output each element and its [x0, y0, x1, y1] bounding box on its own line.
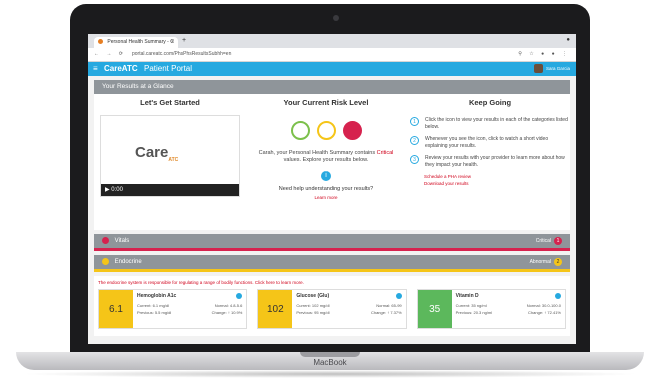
vitals-label: Vitals: [114, 238, 130, 245]
brand-logo[interactable]: CareATC: [104, 64, 138, 73]
new-tab-icon[interactable]: +: [182, 37, 186, 44]
vitals-section-header[interactable]: Vitals Critical 1: [94, 234, 570, 248]
step-item: 2 Whenever you see the icon, click to wat…: [410, 136, 570, 149]
endocrine-bar: [94, 269, 570, 272]
app-header: ≡ CareATC Patient Portal Sara Garcia: [88, 62, 576, 76]
schedule-review-link[interactable]: Schedule a PHA review: [424, 174, 570, 179]
nav-buttons-icon[interactable]: ← → ⟳: [94, 51, 126, 57]
vitals-status-icon: [102, 237, 109, 244]
endocrine-note[interactable]: The endocrine system is responsible for …: [94, 276, 570, 289]
risk-level-title: Your Current Risk Level: [283, 98, 369, 107]
get-started-card: Let's Get Started CareATC ▶ 0:00: [100, 98, 240, 228]
device-brand: MacBook: [313, 358, 347, 367]
avatar: [533, 64, 543, 73]
result-tile[interactable]: 102 Glucose (Glu) Current: 102 mg/dl Norm…: [257, 289, 407, 329]
menu-icon[interactable]: ≡: [93, 64, 98, 73]
tab-title: Personal Health Summary - C: [107, 39, 174, 45]
endocrine-label: Endocrine: [114, 259, 142, 266]
summary-cards: Let's Get Started CareATC ▶ 0:00 Your Cu…: [94, 94, 570, 230]
glance-header: Your Results at a Glance: [94, 80, 570, 94]
user-menu[interactable]: Sara Garcia: [533, 64, 570, 73]
video-time: 0:00: [111, 187, 123, 193]
vitals-bar: [94, 248, 570, 251]
vitals-status: Critical 1: [536, 237, 562, 245]
portal-title: Patient Portal: [144, 64, 193, 73]
keep-going-card: Keep Going 1 Click the icon to view your …: [410, 98, 570, 228]
result-name: Vitamin D: [455, 293, 479, 299]
browser-tab[interactable]: Personal Health Summary - C ×: [94, 37, 178, 48]
result-value: 35: [417, 290, 452, 328]
critical-label: Critical: [376, 150, 394, 156]
window-close-icon[interactable]: ●: [566, 37, 570, 43]
intro-video[interactable]: CareATC ▶ 0:00: [100, 115, 240, 197]
download-results-link[interactable]: Download your results: [424, 181, 570, 186]
camera-icon: [333, 15, 339, 21]
laptop-notch: [300, 352, 360, 357]
risk-medium-circle: [316, 121, 336, 140]
extensions-icon[interactable]: ⚲ ☆ ● ● ⋮: [518, 51, 570, 57]
result-name: Glucose (Glu): [296, 293, 330, 299]
result-tile[interactable]: 6.1 Hemoglobin A1c Current: 6.1 mg/dl Nor…: [98, 289, 248, 329]
browser-tab-bar: Personal Health Summary - C × + ●: [88, 34, 576, 48]
keep-going-title: Keep Going: [468, 98, 512, 107]
url-field[interactable]: portal.careatc.com/PhsPhsResultsSubhh=en: [132, 51, 231, 57]
laptop-shadow: [20, 370, 640, 378]
risk-indicators: [256, 121, 396, 140]
step-item: 3 Review your results with your provider …: [410, 155, 570, 168]
laptop-scene: MacBook Personal Health Summary - C × + …: [0, 0, 660, 386]
result-tiles: 6.1 Hemoglobin A1c Current: 6.1 mg/dl Nor…: [94, 289, 570, 329]
step-item: 1 Click the icon to view your results in …: [410, 117, 570, 130]
tab-close-icon[interactable]: ×: [171, 39, 174, 45]
result-tile[interactable]: 35 Vitamin D Current: 35 ng/ml Normal: 30…: [416, 289, 566, 329]
play-info-icon[interactable]: [554, 293, 561, 299]
risk-high-circle: [342, 121, 362, 140]
info-icon[interactable]: i: [321, 170, 331, 181]
video-controls[interactable]: ▶ 0:00: [101, 184, 239, 196]
get-started-title: Let's Get Started: [140, 98, 200, 107]
risk-level-card: Your Current Risk Level Carah, your Pers…: [256, 98, 396, 228]
result-name: Hemoglobin A1c: [137, 293, 177, 299]
address-bar: ← → ⟳ portal.careatc.com/PhsPhsResultsSu…: [88, 48, 576, 62]
endocrine-status: Abnormal 2: [530, 258, 562, 266]
result-value: 102: [258, 290, 293, 328]
endocrine-section-header[interactable]: Endocrine Abnormal 2: [94, 255, 570, 269]
play-info-icon[interactable]: [395, 293, 402, 299]
user-name: Sara Garcia: [545, 66, 570, 71]
risk-low-circle: [290, 121, 310, 140]
risk-message: Carah, your Personal Health Summary cont…: [258, 150, 394, 164]
favicon-icon: [98, 39, 103, 45]
result-value: 6.1: [99, 290, 133, 328]
endocrine-status-icon: [102, 258, 109, 265]
help-text: Need help understanding your results?: [278, 185, 374, 192]
steps-list: 1 Click the icon to view your results in …: [410, 117, 570, 168]
play-icon[interactable]: ▶: [105, 187, 110, 193]
video-logo: CareATC: [135, 144, 179, 163]
learn-more-link[interactable]: Learn more: [256, 195, 396, 200]
laptop-screen: Personal Health Summary - C × + ● ← → ⟳ …: [88, 34, 576, 344]
endocrine-panel: The endocrine system is responsible for …: [94, 276, 570, 336]
